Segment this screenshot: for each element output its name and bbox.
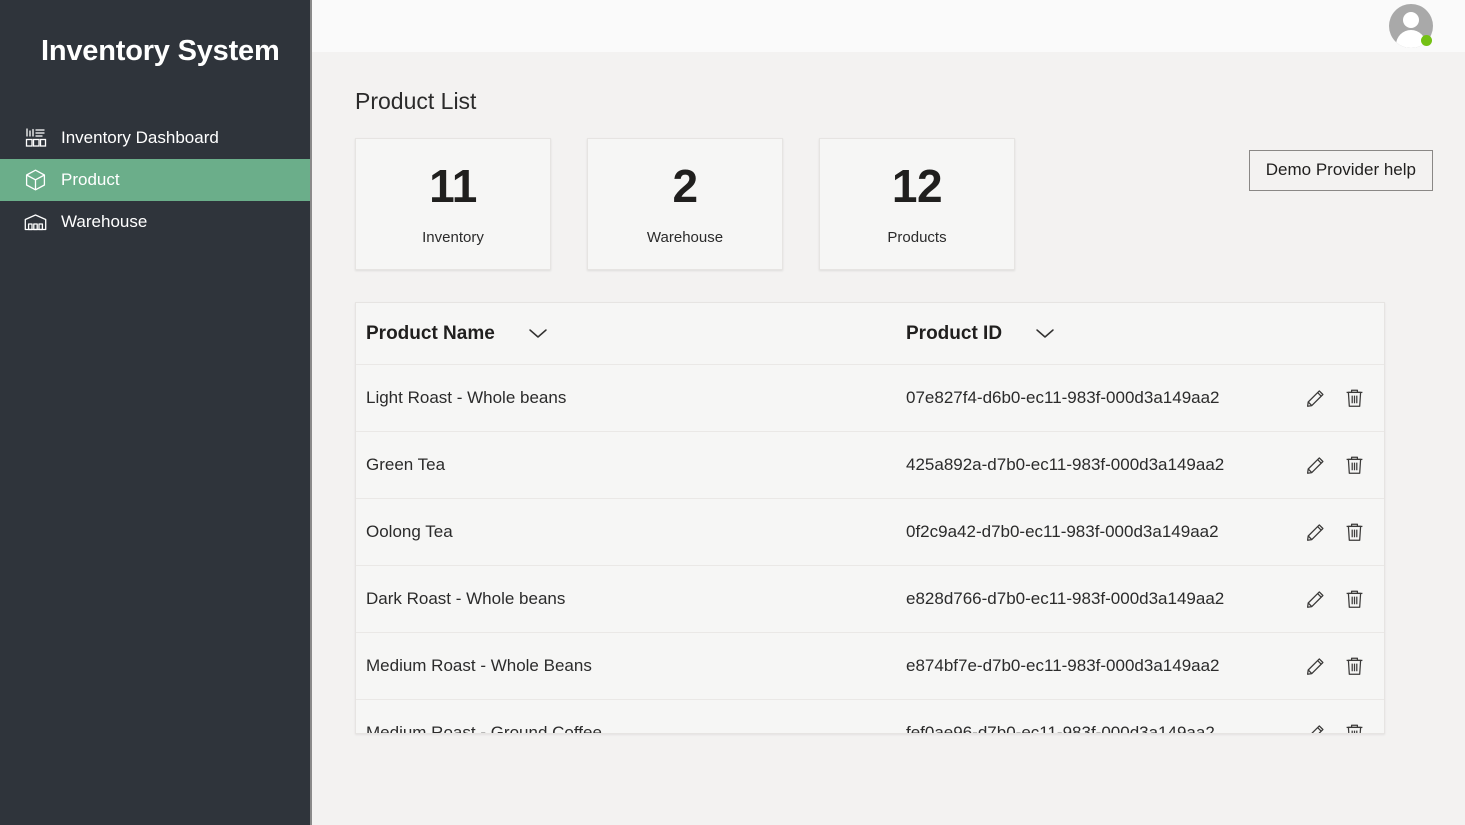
status-online-dot [1421, 35, 1432, 46]
edit-icon[interactable] [1306, 389, 1325, 408]
edit-icon[interactable] [1306, 456, 1325, 475]
page-title: Product List [355, 88, 1465, 115]
cell-actions [1306, 589, 1384, 609]
cell-product-id: e828d766-d7b0-ec11-983f-000d3a149aa2 [906, 589, 1306, 609]
sidebar-item-inventory-dashboard[interactable]: Inventory Dashboard [0, 117, 310, 159]
table-row[interactable]: Dark Roast - Whole beans e828d766-d7b0-e… [356, 566, 1384, 633]
cell-product-name: Light Roast - Whole beans [366, 388, 906, 408]
demo-provider-help-button[interactable]: Demo Provider help [1249, 150, 1433, 191]
cell-product-name: Dark Roast - Whole beans [366, 589, 906, 609]
table-row[interactable]: Green Tea 425a892a-d7b0-ec11-983f-000d3a… [356, 432, 1384, 499]
cell-actions [1306, 656, 1384, 676]
sidebar: Inventory System Inventory Dashboard [0, 0, 312, 825]
edit-icon[interactable] [1306, 657, 1325, 676]
chevron-down-icon[interactable] [1034, 327, 1056, 340]
delete-icon[interactable] [1345, 589, 1364, 609]
sidebar-item-product[interactable]: Product [0, 159, 310, 201]
column-header-label: Product Name [366, 323, 495, 345]
cell-product-name: Oolong Tea [366, 522, 906, 542]
table-row[interactable]: Light Roast - Whole beans 07e827f4-d6b0-… [356, 365, 1384, 432]
content-area: Product List Demo Provider help 11 Inven… [312, 88, 1465, 734]
stat-label: Products [887, 229, 946, 246]
warehouse-icon [22, 210, 49, 234]
edit-icon[interactable] [1306, 523, 1325, 542]
delete-icon[interactable] [1345, 455, 1364, 475]
avatar-head [1403, 12, 1419, 28]
stat-card-products[interactable]: 12 Products [819, 138, 1015, 270]
column-header-label: Product ID [906, 323, 1002, 345]
delete-icon[interactable] [1345, 522, 1364, 542]
edit-icon[interactable] [1306, 590, 1325, 609]
edit-icon[interactable] [1306, 724, 1325, 735]
table-header-row: Product Name Product ID [356, 303, 1384, 365]
delete-icon[interactable] [1345, 723, 1364, 734]
table-row[interactable]: Oolong Tea 0f2c9a42-d7b0-ec11-983f-000d3… [356, 499, 1384, 566]
sidebar-item-label: Inventory Dashboard [61, 128, 219, 148]
column-header-product-id[interactable]: Product ID [906, 323, 1306, 345]
stat-label: Inventory [422, 229, 484, 246]
chevron-down-icon[interactable] [527, 327, 549, 340]
dashboard-chart-icon [22, 126, 49, 150]
main-area: Product List Demo Provider help 11 Inven… [312, 0, 1465, 825]
app-root: Inventory System Inventory Dashboard [0, 0, 1465, 825]
table-row[interactable]: Medium Roast - Ground Coffee fef0ae96-d7… [356, 700, 1384, 734]
column-header-product-name[interactable]: Product Name [366, 323, 906, 345]
stat-label: Warehouse [647, 229, 723, 246]
cell-product-id: fef0ae96-d7b0-ec11-983f-000d3a149aa2 [906, 723, 1306, 734]
sidebar-item-label: Warehouse [61, 212, 147, 232]
cell-product-id: 07e827f4-d6b0-ec11-983f-000d3a149aa2 [906, 388, 1306, 408]
sidebar-nav: Inventory Dashboard Product [0, 117, 310, 243]
stat-value: 11 [429, 163, 477, 209]
cell-product-name: Medium Roast - Whole Beans [366, 656, 906, 676]
app-brand-title: Inventory System [0, 30, 310, 72]
product-table: Product Name Product ID [355, 302, 1385, 734]
cell-product-name: Medium Roast - Ground Coffee [366, 723, 906, 734]
stat-value: 2 [672, 163, 697, 209]
cell-product-name: Green Tea [366, 455, 906, 475]
table-row[interactable]: Medium Roast - Whole Beans e874bf7e-d7b0… [356, 633, 1384, 700]
sidebar-item-label: Product [61, 170, 120, 190]
cell-actions [1306, 455, 1384, 475]
cell-actions [1306, 522, 1384, 542]
stat-card-inventory[interactable]: 11 Inventory [355, 138, 551, 270]
avatar[interactable] [1389, 4, 1433, 48]
cell-product-id: 425a892a-d7b0-ec11-983f-000d3a149aa2 [906, 455, 1306, 475]
sidebar-item-warehouse[interactable]: Warehouse [0, 201, 310, 243]
topbar [312, 0, 1465, 52]
delete-icon[interactable] [1345, 656, 1364, 676]
cell-product-id: 0f2c9a42-d7b0-ec11-983f-000d3a149aa2 [906, 522, 1306, 542]
delete-icon[interactable] [1345, 388, 1364, 408]
package-box-icon [22, 168, 49, 192]
cell-actions [1306, 388, 1384, 408]
cell-product-id: e874bf7e-d7b0-ec11-983f-000d3a149aa2 [906, 656, 1306, 676]
cell-actions [1306, 723, 1384, 734]
stat-card-warehouse[interactable]: 2 Warehouse [587, 138, 783, 270]
stat-value: 12 [892, 163, 942, 209]
